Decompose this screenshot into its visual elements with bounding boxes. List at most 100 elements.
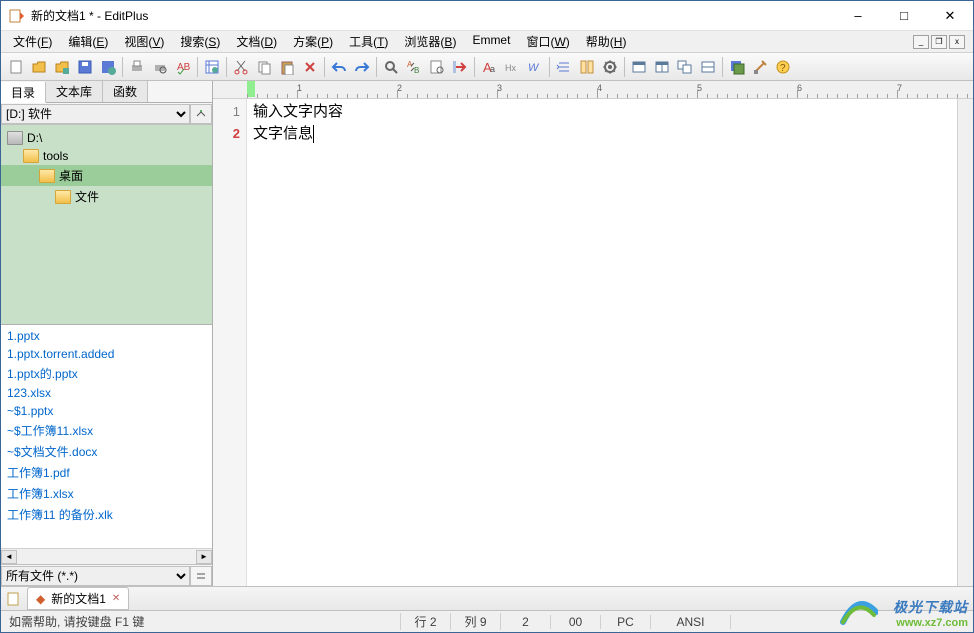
tb-save-remote-icon[interactable] [97,56,119,78]
tb-settings-icon[interactable] [599,56,621,78]
tb-save-icon[interactable] [74,56,96,78]
menu-h[interactable]: 帮助(H) [578,31,635,52]
editor-scrollbar-v[interactable] [957,99,973,586]
file-item[interactable]: ~$文档文件.docx [1,441,212,462]
folder-node[interactable]: tools [1,147,212,165]
toolbar: ABC AB Aa Hx W ? [1,53,973,81]
tb-browser-icon[interactable] [201,56,223,78]
menu-t[interactable]: 工具(T) [341,31,396,52]
folder-node[interactable]: 桌面 [1,165,212,186]
file-item[interactable]: 1.pptx的.pptx [1,363,212,384]
tb-replace-icon[interactable]: AB [403,56,425,78]
tb-spellcheck-icon[interactable]: ABC [172,56,194,78]
window-minimize-button[interactable]: – [835,1,881,31]
mdi-restore-button[interactable]: ❐ [931,35,947,49]
tb-find-icon[interactable] [380,56,402,78]
window-maximize-button[interactable]: □ [881,1,927,31]
window-close-button[interactable]: ✕ [927,1,973,31]
status-encoding: ANSI [651,615,731,629]
svg-text:ABC: ABC [177,62,191,73]
menu-b[interactable]: 浏览器(B) [396,31,464,52]
file-item[interactable]: ~$1.pptx [1,402,212,420]
file-item[interactable]: 工作簿11 的备份.xlk [1,504,212,525]
tb-redo-icon[interactable] [351,56,373,78]
file-item[interactable]: 工作簿1.xlsx [1,483,212,504]
tb-cut-icon[interactable] [230,56,252,78]
mdi-minimize-button[interactable]: _ [913,35,929,49]
folder-label: D:\ [27,131,42,145]
tb-window4-icon[interactable] [697,56,719,78]
menu-v[interactable]: 视图(V) [116,31,172,52]
file-item[interactable]: 1.pptx [1,327,212,345]
tb-copy-icon[interactable] [253,56,275,78]
menu-e[interactable]: 编辑(E) [60,31,116,52]
tb-find-in-files-icon[interactable] [426,56,448,78]
menu-w[interactable]: 窗口(W) [518,31,577,52]
scroll-left-button[interactable]: ◄ [1,550,17,564]
tb-help-icon[interactable]: ? [772,56,794,78]
line-number: 1 [213,101,240,123]
tb-open-remote-icon[interactable] [51,56,73,78]
tb-window1-icon[interactable] [628,56,650,78]
menu-s[interactable]: 搜索(S) [172,31,228,52]
tb-indent-icon[interactable] [553,56,575,78]
mdi-close-button[interactable]: x [949,35,965,49]
status-num: 2 [501,615,551,629]
file-item[interactable]: 123.xlsx [1,384,212,402]
folder-label: 桌面 [59,167,83,184]
menu-emmet[interactable]: Emmet [464,31,518,52]
tb-paste-icon[interactable] [276,56,298,78]
tb-tools-icon[interactable] [749,56,771,78]
file-item[interactable]: 工作簿1.pdf [1,462,212,483]
sidebar-tab-cliptext[interactable]: 文本库 [46,81,103,102]
tb-columns-icon[interactable] [576,56,598,78]
tb-print-preview-icon[interactable] [149,56,171,78]
file-list[interactable]: 1.pptx1.pptx.torrent.added1.pptx的.pptx12… [1,325,212,548]
drive-up-button[interactable] [190,104,212,124]
folder-node[interactable]: 文件 [1,186,212,207]
sidebar-tab-functions[interactable]: 函数 [103,81,148,102]
menu-p[interactable]: 方案(P) [285,31,341,52]
folder-tree[interactable]: D:\ tools 桌面文件 [1,125,212,325]
file-filter-row: 所有文件 (*.*) [1,564,212,586]
tb-save-all-icon[interactable] [726,56,748,78]
tb-undo-icon[interactable] [328,56,350,78]
tb-open-icon[interactable] [28,56,50,78]
menu-d[interactable]: 文档(D) [228,31,285,52]
file-list-scrollbar-h[interactable]: ◄ ► [1,548,212,564]
text-line[interactable]: 输入文字内容 [253,101,953,123]
file-item[interactable]: 1.pptx.torrent.added [1,345,212,363]
status-col: 列 9 [451,613,501,630]
folder-node[interactable]: D:\ [1,129,212,147]
menu-f[interactable]: 文件(F) [5,31,60,52]
tb-goto-icon[interactable] [449,56,471,78]
tb-delete-icon[interactable] [299,56,321,78]
scroll-right-button[interactable]: ► [196,550,212,564]
text-editor[interactable]: 输入文字内容文字信息 [247,99,957,586]
svg-text:W: W [528,62,540,74]
file-filter-select[interactable]: 所有文件 (*.*) [1,566,190,586]
tb-window2-icon[interactable] [651,56,673,78]
window-title: 新的文档1 * - EditPlus [31,7,835,24]
menu-bar: 文件(F)编辑(E)视图(V)搜索(S)文档(D)方案(P)工具(T)浏览器(B… [1,31,973,53]
document-tab-close-icon[interactable]: ✕ [112,593,120,604]
document-tab-bar: ◆ 新的文档1 ✕ [1,586,973,610]
file-filter-config-button[interactable] [190,566,212,586]
sidebar-tab-directory[interactable]: 目录 [1,82,46,103]
text-line[interactable]: 文字信息 [253,123,953,145]
tb-wordwrap-icon[interactable]: W [524,56,546,78]
tb-print-icon[interactable] [126,56,148,78]
ruler: 123456789 [213,81,973,99]
tb-new-icon[interactable] [5,56,27,78]
svg-text:Hx: Hx [505,63,516,73]
document-tab-active[interactable]: ◆ 新的文档1 ✕ [27,587,129,610]
tb-hex-icon[interactable]: Hx [501,56,523,78]
sidebar-tabs: 目录 文本库 函数 [1,81,212,103]
doctab-new-button[interactable] [5,591,21,607]
file-item[interactable]: ~$工作簿11.xlsx [1,420,212,441]
title-bar: 新的文档1 * - EditPlus – □ ✕ [1,1,973,31]
tb-window3-icon[interactable] [674,56,696,78]
svg-text:B: B [414,66,419,75]
tb-font-icon[interactable]: Aa [478,56,500,78]
drive-selector[interactable]: [D:] 软件 [1,104,190,124]
